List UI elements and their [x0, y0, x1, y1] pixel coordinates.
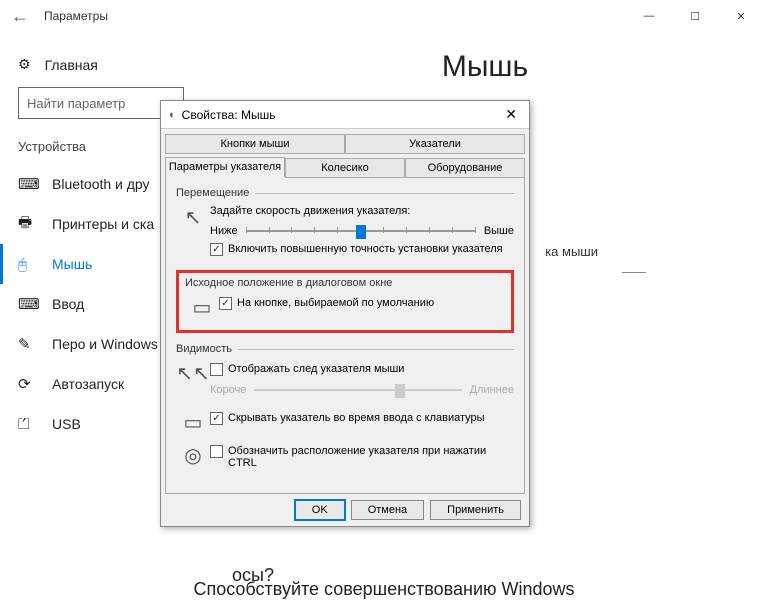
snapto-group-highlight: Исходное положение в диалоговом окне ▭ Н… — [176, 270, 514, 333]
nav-icon: 🖶 — [18, 212, 38, 237]
ctrl-locate-checkbox[interactable]: Обозначить расположение указателя при на… — [210, 445, 514, 469]
ok-button[interactable]: OK — [295, 500, 345, 520]
bottom-cutoff-text: Способствуйте совершенствованию Windows — [0, 579, 768, 600]
tab-Оборудование[interactable]: Оборудование — [405, 158, 525, 178]
enhance-precision-checkbox[interactable]: Включить повышенную точность установки у… — [210, 243, 514, 256]
group-movement: Перемещение ↖ Задайте скорость движения … — [176, 187, 514, 262]
apply-button[interactable]: Применить — [430, 500, 521, 520]
back-button[interactable]: ← — [4, 6, 36, 27]
ctrl-locate-icon: ◎ — [176, 443, 210, 468]
dialog-icon: ◐ — [169, 109, 176, 121]
pointer-trail-icon: ↖↖ — [176, 361, 210, 386]
cursor-icon: ↖ — [176, 205, 210, 230]
group-visibility: Видимость ↖↖ Отображать след указателя м… — [176, 343, 514, 475]
cancel-button[interactable]: Отмена — [351, 500, 424, 520]
hide-typing-icon: ▭ — [176, 410, 210, 435]
tab-Колесико[interactable]: Колесико — [285, 158, 405, 178]
close-button[interactable]: ✕ — [718, 0, 764, 32]
nav-icon: ⏍ — [18, 416, 38, 433]
minimize-button[interactable]: — — [626, 0, 672, 32]
nav-icon: ⟳ — [18, 375, 38, 393]
pointer-speed-slider[interactable]: Ниже Выше — [210, 223, 514, 239]
snapto-icon: ▭ — [185, 295, 219, 320]
dialog-titlebar[interactable]: ◐ Свойства: Мышь ✕ — [161, 101, 529, 129]
nav-icon: ⌨ — [18, 295, 38, 313]
nav-icon: 🖰 — [18, 256, 38, 273]
maximize-button[interactable]: ☐ — [672, 0, 718, 32]
window-title: Параметры — [36, 9, 626, 23]
hide-typing-checkbox[interactable]: Скрывать указатель во время ввода с клав… — [210, 412, 514, 425]
mouse-properties-dialog: ◐ Свойства: Мышь ✕ Кнопки мышиУказатели … — [160, 100, 530, 527]
settings-titlebar: ← Параметры — ☐ ✕ — [0, 0, 768, 32]
gear-icon: ⚙ — [18, 56, 31, 73]
tab-Параметры указателя[interactable]: Параметры указателя — [165, 157, 285, 177]
pointer-trail-checkbox[interactable]: Отображать след указателя мыши — [210, 363, 514, 376]
dialog-title: Свойства: Мышь — [182, 108, 502, 122]
tab-Указатели[interactable]: Указатели — [345, 134, 525, 154]
nav-icon: ⌨ — [18, 175, 38, 193]
tab-Кнопки мыши[interactable]: Кнопки мыши — [165, 134, 345, 154]
home-link[interactable]: ⚙ Главная — [0, 48, 202, 87]
dialog-close-button[interactable]: ✕ — [501, 106, 521, 123]
trail-length-slider: Короче Длиннее — [210, 382, 514, 398]
snapto-checkbox[interactable]: На кнопке, выбираемой по умолчанию — [219, 297, 505, 310]
page-title: Мышь — [232, 50, 738, 84]
home-label: Главная — [45, 57, 98, 73]
nav-icon: ✎ — [18, 335, 38, 353]
